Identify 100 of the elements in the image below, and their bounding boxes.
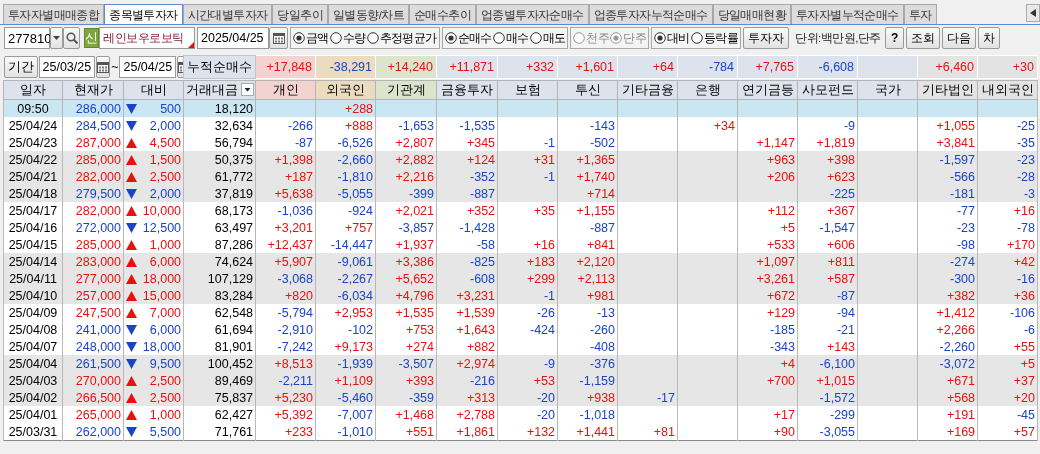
column-header[interactable]: 거래대금 [183, 80, 256, 100]
start-date-field[interactable]: 25/03/25 [38, 56, 96, 78]
tab[interactable]: 업종투자자누적순매수 [588, 4, 713, 24]
column-header[interactable]: 기타법인 [917, 80, 978, 100]
tab[interactable]: 순매수추이 [409, 4, 477, 24]
cumulative-value: -784 [677, 55, 738, 79]
change-value: 1,000 [149, 237, 182, 252]
column-header[interactable]: 투신 [557, 80, 618, 100]
radio-option[interactable]: 등락률 [690, 29, 739, 47]
table-row[interactable]: 25/04/10 257,000 15,000 83,284 +820 -6,034 +4,796 +3,231 -1 +981 +672 -87 +382 +36 [3, 287, 1038, 304]
table-row[interactable]: 25/04/17 282,000 10,000 68,173 -1,036 -924 +2,021 +352 +35 +1,155 +112 +367 -77 +16 [3, 202, 1038, 219]
column-header[interactable]: 현재가 [62, 80, 124, 100]
cumulative-value: +17,848 [255, 55, 316, 79]
stock-name: 레인보우로보틱 [103, 29, 184, 47]
column-header[interactable]: 연기금등 [737, 80, 798, 100]
flow-cell: +132 [497, 423, 558, 441]
change-value: 1,500 [149, 152, 182, 167]
table-row[interactable]: 25/03/31 262,000 5,500 71,761 +233 -1,010 +551 +1,861 +132 +1,441 +81 +90 -3,055 +169 +57 [3, 423, 1038, 441]
tab[interactable]: 투자자별매매종합 [3, 4, 105, 24]
tab[interactable]: 투자 [903, 4, 937, 24]
column-header[interactable]: 은행 [677, 80, 738, 100]
stock-name-field[interactable]: 레인보우로보틱 [99, 27, 195, 49]
period-button[interactable]: 기간 [3, 56, 38, 78]
radio-option[interactable]: 순매수 [444, 29, 492, 47]
cumulative-value: +14,240 [375, 55, 437, 79]
market-badge: 신 [84, 28, 99, 48]
table-row[interactable]: 25/04/04 261,500 9,500 100,452 +8,513 -1,939 -3,507 +2,974 -9 -376 +4 -6,100 -3,072 +5 [3, 355, 1038, 372]
tab[interactable]: 종목별투자자 [104, 4, 183, 24]
tab[interactable]: 당일매매현황 [712, 4, 792, 24]
radio-option[interactable]: 매도 [529, 29, 566, 47]
tab[interactable]: 업종별투자자순매수 [476, 4, 589, 24]
search-button[interactable] [63, 27, 80, 49]
column-header[interactable]: 외국인 [315, 80, 376, 100]
date-field[interactable]: 2025/04/25 [197, 27, 269, 49]
change-value: 2,000 [149, 118, 182, 133]
tab[interactable]: 투자자별누적순매수 [791, 4, 904, 24]
tab[interactable]: 시간대별투자자 [182, 4, 273, 24]
column-header[interactable]: 일자 [3, 80, 63, 100]
change-value: 18,000 [142, 271, 182, 286]
column-header[interactable]: 내외국인 [977, 80, 1038, 100]
table-row[interactable]: 25/04/24 284,500 2,000 32,634 -266 +888 -1,653 -1,535 -143 +34 -9 +1,055 -25 [3, 117, 1038, 134]
amount-cell: 71,761 [183, 423, 256, 441]
column-header[interactable]: 보험 [497, 80, 558, 100]
flow-cell: -1,010 [315, 423, 376, 441]
table-row[interactable]: 25/04/14 283,000 6,000 74,624 +5,907 -9,061 +3,386 -825 +183 +2,120 +1,097 +811 -274 +42 [3, 253, 1038, 270]
table-row[interactable]: 25/04/16 272,000 12,500 63,497 +3,201 +757 -3,857 -1,428 -887 +5 -1,547 -23 -78 [3, 219, 1038, 236]
column-header[interactable]: 금융투자 [436, 80, 498, 100]
flow-cell: +233 [255, 423, 316, 441]
query-button[interactable]: 조회 [906, 27, 941, 49]
tab[interactable]: 당일추이 [272, 4, 329, 24]
table-row[interactable]: 25/04/02 266,500 2,500 75,837 +5,230 -5,460 -359 +313 -20 +938 -17 -1,572 +568 +20 [3, 389, 1038, 406]
table-row[interactable]: 25/04/08 241,000 6,000 61,694 -2,910 -102 +753 +1,643 -424 -260 -185 -21 +2,266 -6 [3, 321, 1038, 338]
stock-code-field[interactable]: 277810 [4, 27, 50, 49]
radio-option[interactable]: 추정평균가 [366, 29, 437, 47]
cumulative-value: +332 [497, 55, 558, 79]
table-row[interactable]: 25/04/18 279,500 2,000 37,819 +5,638 -5,055 -399 -887 +714 -225 -181 -3 [3, 185, 1038, 202]
table-row[interactable]: 25/04/15 285,000 1,000 87,286 +12,437 -14,447 +1,937 -58 +16 +841 +533 +606 -98 +170 [3, 236, 1038, 253]
dropdown-button[interactable] [50, 27, 63, 49]
next-button[interactable]: 다음 [942, 27, 977, 49]
table-row[interactable]: 25/04/22 285,000 1,500 50,375 +1,398 -2,660 +2,882 +124 +31 +1,365 +963 +398 -1,597 -23 [3, 151, 1038, 168]
flow-cell: +551 [375, 423, 437, 441]
calendar-icon [272, 32, 285, 44]
change-value: 2,500 [149, 373, 182, 388]
scroll-left-button[interactable] [1026, 4, 1040, 22]
help-button[interactable]: ? [885, 27, 905, 49]
column-header[interactable]: 사모펀드 [797, 80, 858, 100]
chart-button[interactable]: 차 [978, 27, 1001, 49]
calendar-button[interactable] [269, 27, 288, 49]
table-row[interactable]: 25/04/03 270,000 2,500 89,469 -2,211 +1,109 +393 -216 +53 -1,159 +700 +1,015 +671 +37 [3, 372, 1038, 389]
column-header[interactable]: 대비 [123, 80, 184, 100]
radio-option[interactable]: 매수 [492, 29, 529, 47]
change-value: 5,500 [149, 424, 182, 439]
radio-option[interactable]: 금액 [293, 29, 329, 47]
cumulative-value: +6,460 [917, 55, 978, 79]
radio-option[interactable]: 대비 [654, 29, 690, 47]
calendar-button[interactable] [96, 56, 111, 78]
change-value: 500 [160, 101, 182, 116]
change-value: 1,000 [149, 407, 182, 422]
table-row[interactable]: 25/04/01 265,000 1,000 62,427 +5,392 -7,007 +1,468 +2,788 -20 -1,018 +17 -299 +191 -45 [3, 406, 1038, 423]
dropdown-icon[interactable] [241, 83, 255, 96]
change-value: 2,500 [149, 390, 182, 405]
table-row[interactable]: 25/04/07 248,000 18,000 81,901 -7,242 +9,173 +274 +882 -408 -343 +143 -2,260 +55 [3, 338, 1038, 355]
column-header[interactable]: 국가 [857, 80, 918, 100]
column-header[interactable]: 기타금융 [617, 80, 678, 100]
column-header[interactable]: 기관계 [375, 80, 437, 100]
cumulative-value: -38,291 [315, 55, 376, 79]
flow-cell: +169 [917, 423, 978, 441]
investor-button[interactable]: 투자자 [743, 27, 790, 49]
table-row[interactable]: 25/04/09 247,500 7,000 62,548 -5,794 +2,953 +1,535 +1,539 -26 -13 +129 -94 +1,412 -106 [3, 304, 1038, 321]
unit-label: 단위:백만원,단주 [795, 30, 881, 46]
cumulative-label: 누적순매수 [183, 55, 256, 79]
table-row[interactable]: 25/04/23 287,000 4,500 56,794 -87 -6,526 +2,807 +345 -1 -502 +1,147 +1,819 +3,841 -35 [3, 134, 1038, 151]
table-row[interactable]: 25/04/11 277,000 18,000 107,129 -3,068 -2,267 +5,652 -608 +299 +2,113 +3,261 +587 -300 -16 [3, 270, 1038, 287]
table-row[interactable]: 25/04/21 282,000 2,500 61,772 +187 -1,810 +2,216 -352 -1 +1,740 +206 +623 -566 -28 [3, 168, 1038, 185]
flow-cell: +57 [977, 423, 1038, 441]
column-header[interactable]: 개인 [255, 80, 316, 100]
radio-option[interactable]: 수량 [329, 29, 366, 47]
tab[interactable]: 일별동향/차트 [328, 4, 410, 24]
column-label: 거래대금 [186, 82, 239, 97]
cumulative-value: +11,871 [436, 55, 498, 79]
